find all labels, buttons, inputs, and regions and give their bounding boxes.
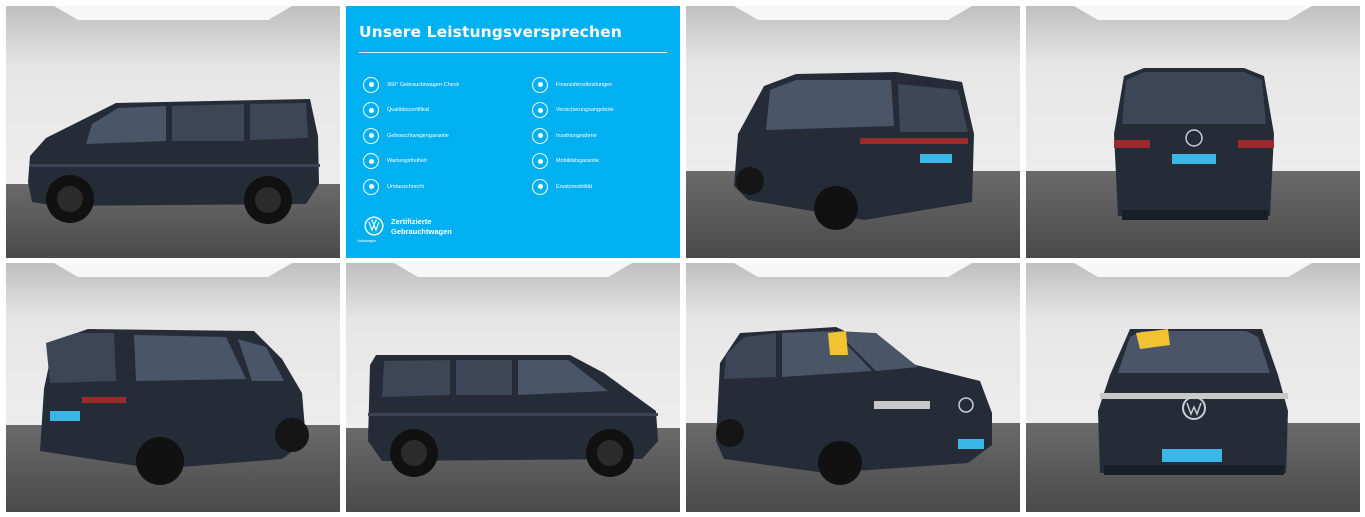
mobility-guarantee-icon xyxy=(532,153,548,170)
promo-item-label: 360° Gebrauchtwagen-Check xyxy=(387,81,460,88)
cert-line-1: Zertifizierte xyxy=(391,217,432,226)
insurance-icon xyxy=(532,102,548,119)
promo-item: Versicherungsangebote xyxy=(532,98,614,124)
vehicle-side-left-photo xyxy=(6,6,340,258)
warranty-shield-icon xyxy=(363,127,379,144)
promo-item-label: Ersatzmobilität xyxy=(556,183,593,190)
vehicle-front-view[interactable] xyxy=(1026,263,1360,512)
promo-item: Wartungsfreiheit xyxy=(363,149,459,175)
promo-item: Umtauschrecht xyxy=(363,174,459,200)
vehicle-rear-right-photo xyxy=(6,263,340,512)
trade-in-icon xyxy=(532,127,548,144)
vehicle-front-right-view[interactable] xyxy=(686,263,1020,512)
promo-title: Unsere Leistungsversprechen xyxy=(359,23,622,41)
promo-item-label: Umtauschrecht xyxy=(387,183,424,190)
vehicle-rear-left-photo xyxy=(686,6,1020,258)
vehicle-front-right-photo xyxy=(686,263,1020,512)
promo-item-label: Mobilitätsgarantie xyxy=(556,158,600,165)
promo-item: 360° Gebrauchtwagen-Check xyxy=(363,72,459,98)
vehicle-side-left-view[interactable] xyxy=(6,6,340,258)
promo-item-label: Gebrauchtwagengarantie xyxy=(387,132,449,139)
promo-divider xyxy=(359,52,667,53)
check-360-icon xyxy=(363,76,379,93)
vw-brand-caption: Volkswagen xyxy=(357,239,377,243)
promo-item-label: Finanzdienstleistungen xyxy=(556,81,613,88)
promo-item-label: Versicherungsangebote xyxy=(556,107,614,114)
vehicle-side-right-photo xyxy=(346,263,680,512)
promo-list-left: 360° Gebrauchtwagen-Check Qualitätszerti… xyxy=(363,72,459,200)
certificate-icon xyxy=(363,102,379,119)
vehicle-front-photo xyxy=(1026,263,1360,512)
vehicle-rear-photo xyxy=(1026,6,1360,258)
vw-logo-icon xyxy=(364,216,384,236)
certified-used-cars-label: Zertifizierte Gebrauchtwagen xyxy=(391,217,452,236)
promo-item: Inzahlungnahme xyxy=(532,123,614,149)
promo-item: Gebrauchtwagengarantie xyxy=(363,123,459,149)
vehicle-rear-left-view[interactable] xyxy=(686,6,1020,258)
promo-item: Qualitätszertifikat xyxy=(363,98,459,124)
vehicle-side-right-view[interactable] xyxy=(346,263,680,512)
maintenance-icon xyxy=(363,153,379,170)
cert-line-2: Gebrauchtwagen xyxy=(391,226,452,236)
vehicle-rear-view[interactable] xyxy=(1026,6,1360,258)
promo-item: Mobilitätsgarantie xyxy=(532,149,614,175)
replacement-mobility-icon xyxy=(532,178,548,195)
exchange-icon xyxy=(363,178,379,195)
vehicle-rear-right-view[interactable] xyxy=(6,263,340,512)
promo-item-label: Wartungsfreiheit xyxy=(387,158,427,165)
promo-item: Finanzdienstleistungen xyxy=(532,72,614,98)
photo-gallery: Unsere Leistungsversprechen 360° Gebrauc… xyxy=(6,6,1360,512)
promo-item-label: Inzahlungnahme xyxy=(556,132,597,139)
promo-card: Unsere Leistungsversprechen 360° Gebrauc… xyxy=(346,6,680,258)
finance-icon xyxy=(532,76,548,93)
promo-list-right: Finanzdienstleistungen Versicherungsange… xyxy=(532,72,614,200)
promo-item-label: Qualitätszertifikat xyxy=(387,107,430,114)
promo-item: Ersatzmobilität xyxy=(532,174,614,200)
